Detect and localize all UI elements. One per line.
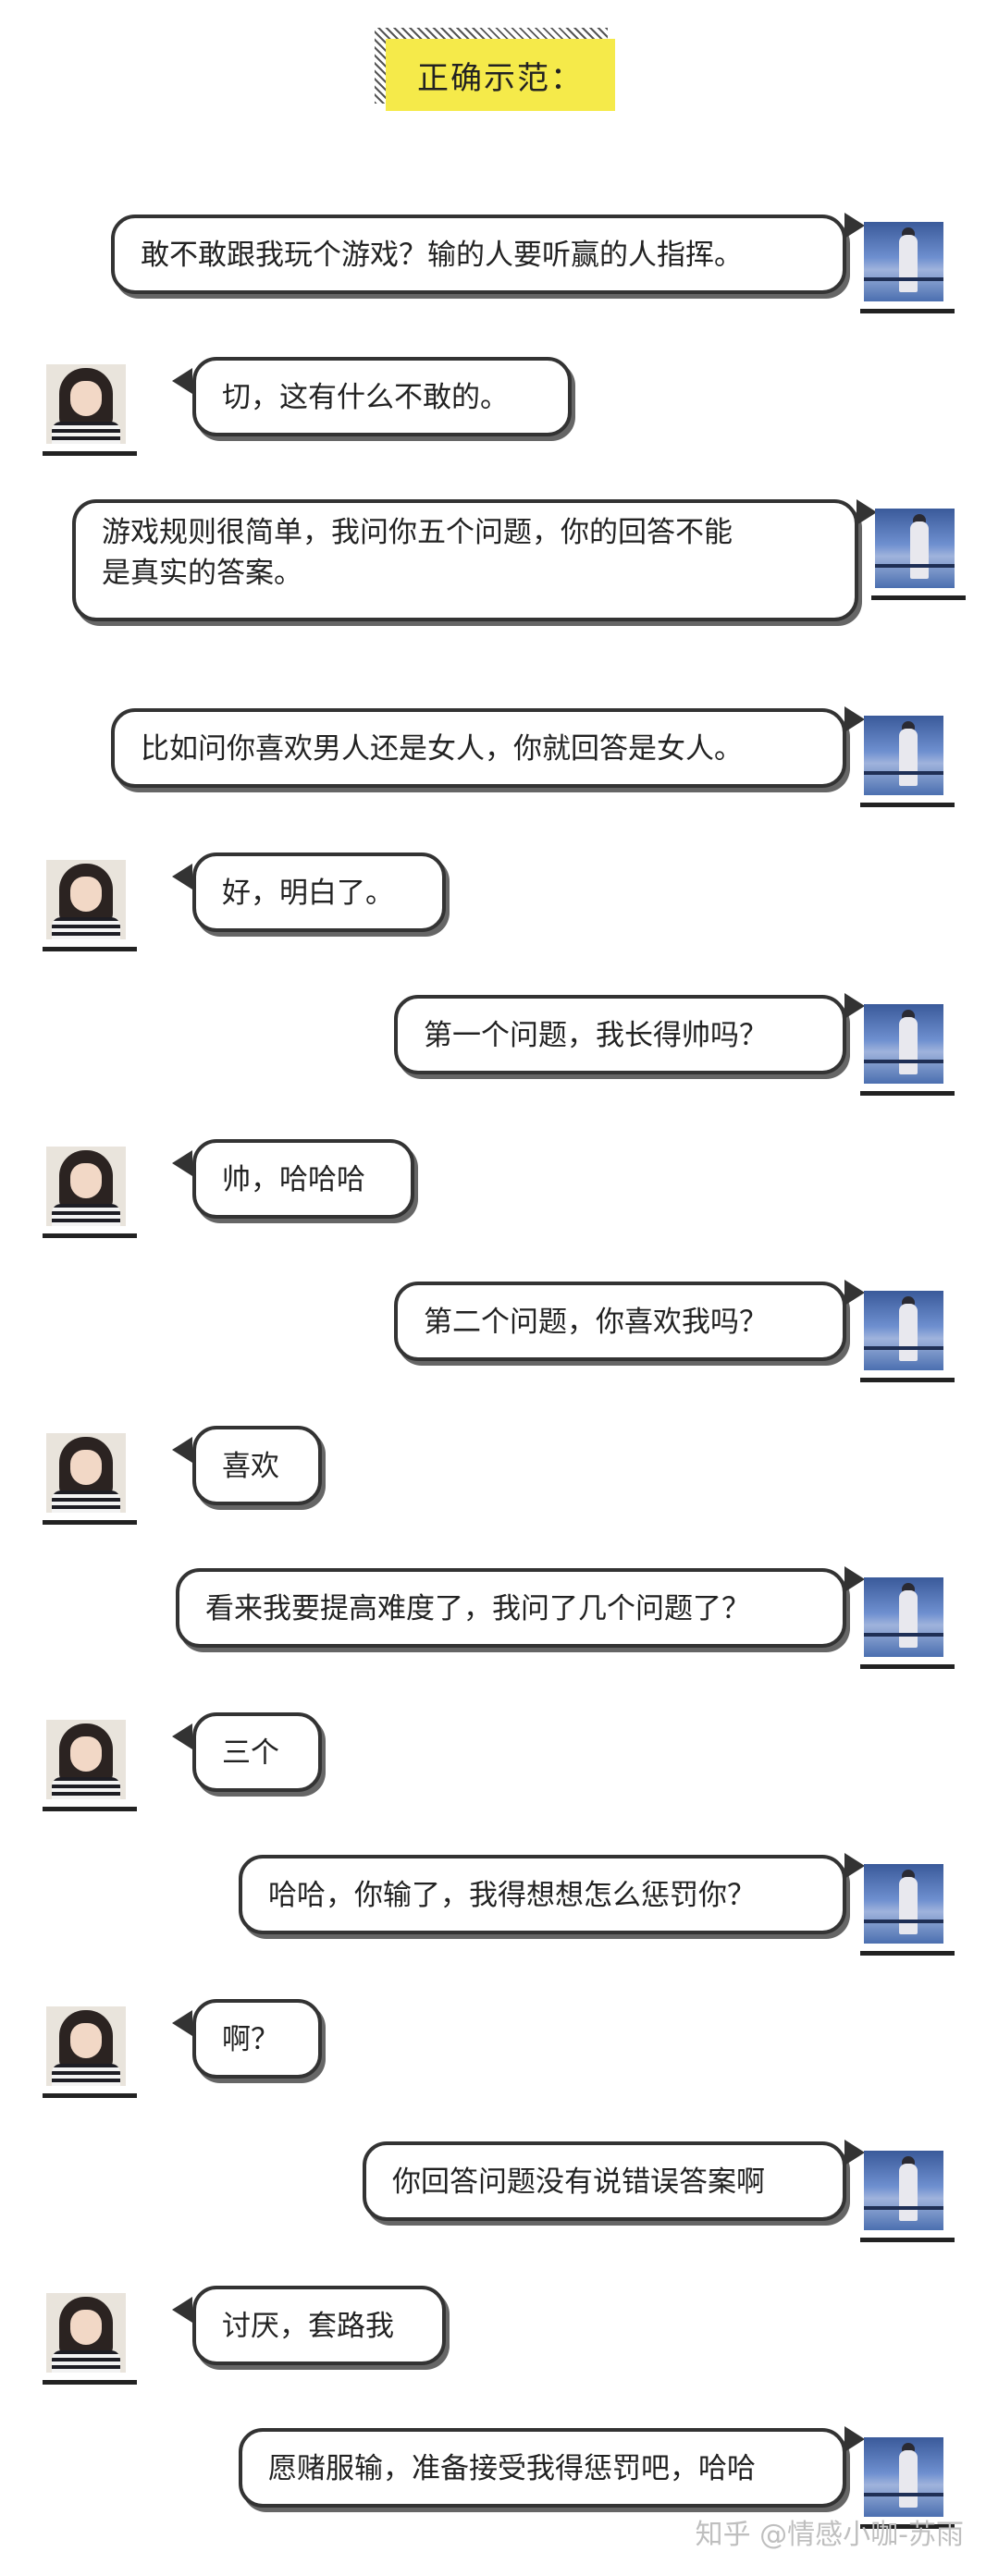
avatar-male (860, 1577, 955, 1679)
bubble-tail (172, 1437, 192, 1463)
bubble-tail (172, 2010, 192, 2036)
message-bubble: 三个 (192, 1712, 322, 1792)
message-bubble: 帅，哈哈哈 (192, 1139, 414, 1219)
bubble-tail (172, 2297, 192, 2323)
avatar-male (860, 716, 955, 817)
message-bubble: 第二个问题，你喜欢我吗？ (394, 1282, 846, 1361)
avatar-female (43, 1433, 137, 1535)
avatar-male (860, 222, 955, 324)
message-bubble: 啊？ (192, 1999, 322, 2079)
avatar-female (43, 860, 137, 962)
message-bubble: 切，这有什么不敢的。 (192, 357, 572, 436)
avatar-male (871, 509, 966, 610)
bubble-tail (172, 1150, 192, 1176)
avatar-male (860, 1291, 955, 1392)
avatar-female (43, 1720, 137, 1822)
avatar-female (43, 364, 137, 466)
avatar-male (860, 1864, 955, 1966)
message-bubble: 哈哈，你输了，我得想想怎么惩罚你？ (239, 1855, 846, 1934)
bubble-tail (172, 864, 192, 889)
bubble-tail (172, 1723, 192, 1749)
message-bubble: 第一个问题，我长得帅吗？ (394, 995, 846, 1074)
bubble-tail (172, 368, 192, 394)
avatar-female (43, 2006, 137, 2108)
avatar-female (43, 2293, 137, 2395)
message-bubble: 讨厌，套路我 (192, 2286, 446, 2365)
message-bubble: 游戏规则很简单，我问你五个问题，你的回答不能 是真实的答案。 (72, 499, 858, 621)
watermark: 知乎 @情感小咖-苏雨 (695, 2519, 964, 2551)
message-bubble: 敢不敢跟我玩个游戏？输的人要听赢的人指挥。 (111, 215, 846, 294)
avatar-male (860, 2151, 955, 2252)
message-bubble: 你回答问题没有说错误答案啊 (363, 2141, 846, 2221)
message-bubble: 比如问你喜欢男人还是女人，你就回答是女人。 (111, 708, 846, 788)
message-bubble: 好，明白了。 (192, 853, 446, 932)
message-bubble: 愿赌服输，准备接受我得惩罚吧，哈哈 (239, 2428, 846, 2508)
message-bubble: 喜欢 (192, 1426, 322, 1505)
page-title: 正确示范： (386, 39, 615, 111)
avatar-female (43, 1147, 137, 1248)
message-bubble: 看来我要提高难度了，我问了几个问题了？ (176, 1568, 846, 1648)
avatar-male (860, 1004, 955, 1106)
title-banner: 正确示范： (375, 28, 615, 111)
